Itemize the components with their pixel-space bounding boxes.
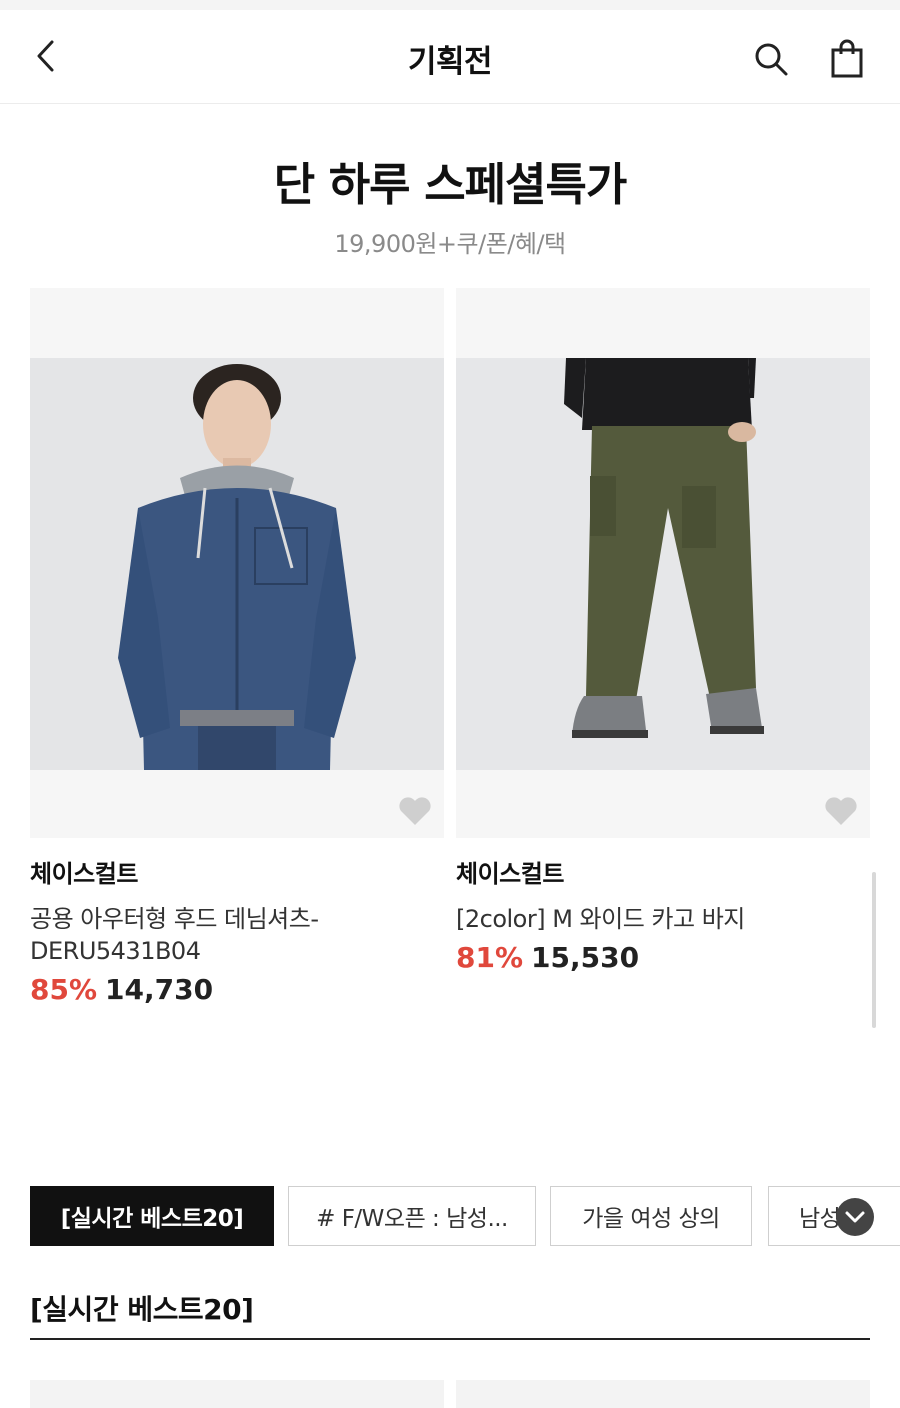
product-brand: 체이스컬트 bbox=[30, 860, 138, 888]
cargo-pants-photo bbox=[456, 358, 870, 770]
event-title: 단 하루 스페셜특가 bbox=[273, 158, 628, 211]
section-divider bbox=[30, 1338, 870, 1340]
status-strip bbox=[0, 0, 900, 10]
sale-price: 15,530 bbox=[531, 941, 640, 974]
tabs-expand-button[interactable] bbox=[836, 1198, 874, 1236]
heart-icon[interactable] bbox=[824, 796, 858, 826]
tab-autumn-women-top[interactable]: 가을 여성 상의 bbox=[550, 1186, 752, 1246]
chevron-down-icon bbox=[845, 1211, 865, 1223]
product-name[interactable]: 공용 아우터형 후드 데님셔츠-DERU5431B04 bbox=[30, 903, 444, 967]
price-row: 81% 15,530 bbox=[456, 941, 870, 974]
product-image[interactable] bbox=[30, 288, 444, 838]
price-row: 85% 14,730 bbox=[30, 973, 444, 1006]
discount-rate: 81% bbox=[456, 941, 524, 974]
tab-fw-open-men[interactable]: # F/W오픈 : 남성... bbox=[288, 1186, 536, 1246]
heart-icon[interactable] bbox=[398, 796, 432, 826]
product-card-partial[interactable] bbox=[456, 1380, 870, 1408]
category-tabs: [실시간 베스트20] # F/W오픈 : 남성... 가을 여성 상의 남성 bbox=[30, 1186, 900, 1248]
product-name[interactable]: [2color] M 와이드 카고 바지 bbox=[456, 903, 870, 935]
event-subtitle: 19,900원+쿠/폰/혜/택 bbox=[334, 230, 566, 258]
product-brand: 체이스컬트 bbox=[456, 860, 564, 888]
discount-rate: 85% bbox=[30, 973, 98, 1006]
denim-shirt-photo bbox=[30, 358, 444, 770]
scrollbar[interactable] bbox=[872, 872, 876, 1028]
search-button[interactable] bbox=[748, 36, 794, 82]
tab-realtime-best[interactable]: [실시간 베스트20] bbox=[30, 1186, 274, 1246]
product-image[interactable] bbox=[456, 288, 870, 838]
tab-men[interactable]: 남성 bbox=[768, 1186, 900, 1246]
sale-price: 14,730 bbox=[105, 973, 214, 1006]
top-header: 기획전 bbox=[0, 10, 900, 104]
section-title: [실시간 베스트20] bbox=[30, 1293, 254, 1326]
shopping-bag-icon bbox=[831, 39, 863, 78]
product-card[interactable]: 체이스컬트 공용 아우터형 후드 데님셔츠-DERU5431B04 85% 14,… bbox=[30, 288, 444, 1006]
product-card[interactable]: 체이스컬트 [2color] M 와이드 카고 바지 81% 15,530 bbox=[456, 288, 870, 974]
product-card-partial[interactable] bbox=[30, 1380, 444, 1408]
cart-button[interactable] bbox=[822, 34, 872, 84]
search-icon bbox=[755, 43, 788, 76]
